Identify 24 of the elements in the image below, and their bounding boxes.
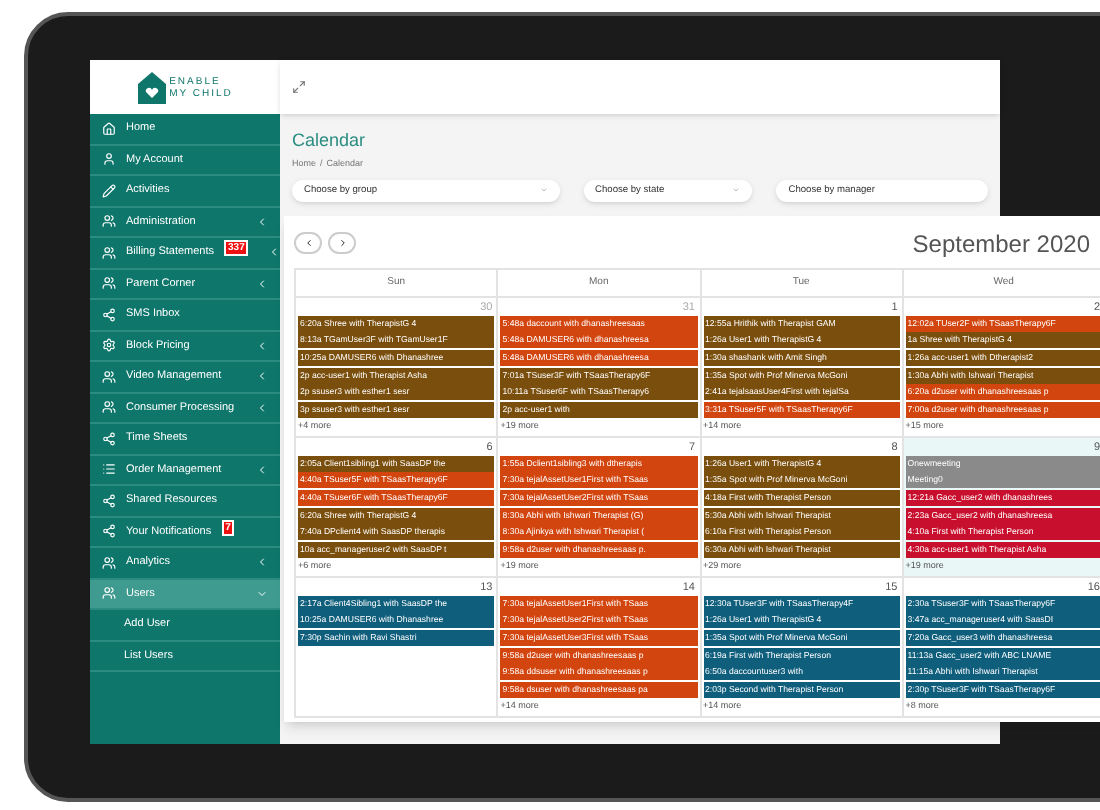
- previous-button[interactable]: [294, 232, 322, 255]
- people-icon: [102, 276, 116, 291]
- pencil-icon: [102, 183, 116, 198]
- share-icon: [102, 524, 116, 539]
- fullscreen-icon[interactable]: [292, 80, 306, 94]
- gear-icon: [102, 338, 116, 353]
- people-icon: [102, 555, 116, 570]
- people-icon: [102, 586, 116, 601]
- house-logo-icon: [137, 71, 166, 103]
- people-icon: [102, 214, 116, 229]
- people-icon: [102, 369, 116, 384]
- people-icon: [102, 245, 116, 260]
- share-icon: [102, 431, 116, 446]
- list-icon: [102, 462, 116, 477]
- people-icon: [102, 400, 116, 415]
- share-icon: [102, 493, 116, 508]
- next-button[interactable]: [328, 232, 356, 255]
- home-icon: [102, 121, 116, 136]
- page-title: Calendar: [292, 130, 368, 152]
- chevron-left-icon: [303, 238, 313, 249]
- chevron-right-icon: [337, 238, 347, 249]
- person-icon: [102, 152, 116, 167]
- calendar-title: September 2020: [912, 227, 1090, 262]
- share-icon: [102, 307, 116, 322]
